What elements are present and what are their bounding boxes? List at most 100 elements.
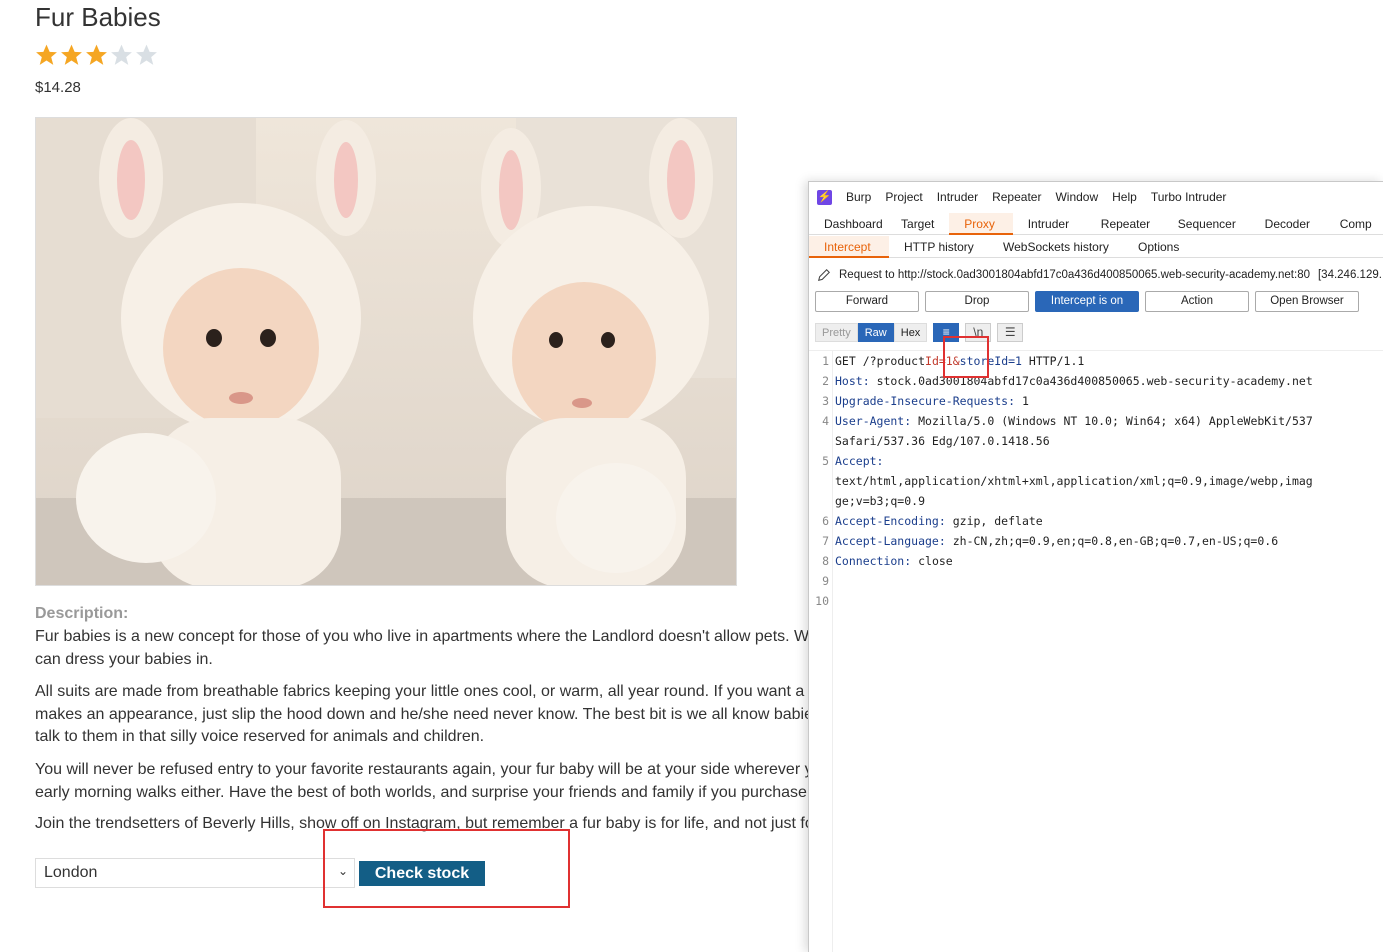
- babies-photo: [36, 118, 736, 585]
- tab-options[interactable]: Options: [1123, 236, 1193, 258]
- request-path: /?product: [862, 354, 926, 368]
- menu-help[interactable]: Help: [1112, 190, 1137, 204]
- line-number: 1: [822, 354, 829, 368]
- line-number: 8: [822, 554, 829, 568]
- burp-suite-window: ⚡ Burp Project Intruder Repeater Window …: [808, 181, 1383, 952]
- header-value: close: [918, 554, 953, 568]
- tab-http-history[interactable]: HTTP history: [889, 236, 988, 258]
- header-value: 1: [1021, 394, 1029, 408]
- tab-comparer[interactable]: Comp: [1325, 213, 1383, 235]
- product-title: Fur Babies: [35, 2, 161, 32]
- description-label: Description:: [35, 605, 129, 622]
- proxy-sub-tabs: Intercept HTTP history WebSockets histor…: [809, 236, 1383, 258]
- tab-websockets-history[interactable]: WebSockets history: [988, 236, 1123, 258]
- pencil-icon[interactable]: [817, 268, 831, 282]
- request-code: 1 GET /?product Id=1& storeId=1 HTTP/1.1 2…: [809, 351, 1313, 611]
- line-number: 4: [822, 414, 829, 428]
- product-price: $14.28: [35, 79, 81, 96]
- menu-turbo-intruder[interactable]: Turbo Intruder: [1151, 190, 1227, 204]
- store-select[interactable]: London ⌄: [35, 858, 355, 888]
- header-key: Accept:: [835, 454, 884, 468]
- line-number: 7: [822, 534, 829, 548]
- menu-icon[interactable]: ☰: [997, 323, 1024, 342]
- header-line: 4 User-Agent: Mozilla/5.0 (Windows NT 10.…: [809, 411, 1313, 431]
- line-number: [809, 471, 829, 491]
- burp-logo-icon: ⚡: [817, 189, 832, 205]
- star-icon: [61, 44, 82, 65]
- header-line: 7 Accept-Language: zh-CN,zh;q=0.9,en;q=0.…: [809, 531, 1313, 551]
- tab-target[interactable]: Target: [886, 213, 949, 235]
- main-tabs: Dashboard Target Proxy Intruder Repeater…: [809, 213, 1383, 235]
- header-line: 3 Upgrade-Insecure-Requests: 1: [809, 391, 1313, 411]
- request-line: 1 GET /?product Id=1& storeId=1 HTTP/1.1: [809, 351, 1313, 371]
- header-line: 5 Accept:: [809, 451, 1313, 471]
- line-number: 10: [815, 594, 829, 608]
- request-editor[interactable]: 1 GET /?product Id=1& storeId=1 HTTP/1.1 2…: [809, 350, 1383, 952]
- header-continuation: text/html,application/xhtml+xml,applicat…: [809, 471, 1313, 491]
- burp-menubar: ⚡ Burp Project Intruder Repeater Window …: [809, 182, 1383, 212]
- star-icon: [36, 44, 57, 65]
- star-rating: [34, 42, 159, 68]
- header-value: gzip, deflate: [952, 514, 1043, 528]
- view-pretty-button[interactable]: Pretty: [815, 323, 858, 342]
- header-key: Connection:: [835, 554, 912, 568]
- empty-line: 10: [809, 591, 1313, 611]
- forward-button[interactable]: Forward: [815, 291, 919, 312]
- line-number: 2: [822, 374, 829, 388]
- tab-decoder[interactable]: Decoder: [1250, 213, 1325, 235]
- header-key: Accept-Language:: [835, 534, 946, 548]
- action-button[interactable]: Action: [1145, 291, 1249, 312]
- store-select-value: London: [44, 864, 98, 881]
- line-number: 6: [822, 514, 829, 528]
- description-paragraph: All suits are made from breathable fabri…: [35, 683, 813, 745]
- header-value: Safari/537.36 Edg/107.0.1418.56: [835, 434, 1050, 448]
- menu-repeater[interactable]: Repeater: [992, 190, 1041, 204]
- header-key: User-Agent:: [835, 414, 912, 428]
- menu-burp[interactable]: Burp: [846, 190, 871, 204]
- tab-intercept[interactable]: Intercept: [809, 236, 889, 258]
- header-value: Mozilla/5.0 (Windows NT 10.0; Win64; x64…: [918, 414, 1313, 428]
- header-line: 8 Connection: close: [809, 551, 1313, 571]
- http-method: GET: [835, 354, 856, 368]
- line-number: [809, 491, 829, 511]
- header-value: ge;v=b3;q=0.9: [835, 494, 926, 508]
- header-line: 2 Host: stock.0ad3001804abfd17c0a436d4008…: [809, 371, 1313, 391]
- tab-repeater[interactable]: Repeater: [1086, 213, 1163, 235]
- tab-sequencer[interactable]: Sequencer: [1163, 213, 1250, 235]
- star-empty-icon: [136, 44, 157, 65]
- open-browser-button[interactable]: Open Browser: [1255, 291, 1359, 312]
- line-number: 3: [822, 394, 829, 408]
- header-key: Host:: [835, 374, 870, 388]
- product-image: [35, 117, 737, 586]
- header-value: zh-CN,zh;q=0.9,en;q=0.8,en-GB;q=0.7,en-U…: [952, 534, 1279, 548]
- intercept-toggle-button[interactable]: Intercept is on: [1035, 291, 1139, 312]
- intercept-toolbar: Forward Drop Intercept is on Action Open…: [815, 291, 1359, 312]
- http-version: HTTP/1.1: [1028, 354, 1085, 368]
- header-line: 6 Accept-Encoding: gzip, deflate: [809, 511, 1313, 531]
- tab-proxy[interactable]: Proxy: [949, 213, 1013, 235]
- line-number: 9: [822, 574, 829, 588]
- menu-intruder[interactable]: Intruder: [937, 190, 978, 204]
- line-number: 5: [822, 454, 829, 468]
- star-empty-icon: [111, 44, 132, 65]
- description-paragraph: You will never be refused entry to your …: [35, 761, 813, 801]
- tab-intruder[interactable]: Intruder: [1013, 213, 1086, 235]
- tab-dashboard[interactable]: Dashboard: [809, 213, 886, 235]
- view-raw-button[interactable]: Raw: [857, 323, 894, 342]
- drop-button[interactable]: Drop: [925, 291, 1029, 312]
- request-target-line: Request to http://stock.0ad3001804abfd17…: [817, 268, 1382, 282]
- header-key: Accept-Encoding:: [835, 514, 946, 528]
- highlight-box: [323, 829, 570, 908]
- view-hex-button[interactable]: Hex: [893, 323, 928, 342]
- header-value: text/html,application/xhtml+xml,applicat…: [835, 474, 1313, 488]
- menu-project[interactable]: Project: [885, 190, 922, 204]
- highlight-box: [943, 336, 989, 378]
- line-number: [809, 431, 829, 451]
- menu-window[interactable]: Window: [1055, 190, 1098, 204]
- request-ip: [34.246.129.: [1317, 269, 1382, 281]
- header-key: Upgrade-Insecure-Requests:: [835, 394, 1016, 408]
- header-value: stock.0ad3001804abfd17c0a436d400850065.w…: [876, 374, 1313, 388]
- message-view-toolbar: Pretty Raw Hex ≡ \n ☰: [815, 323, 1024, 342]
- request-url: Request to http://stock.0ad3001804abfd17…: [839, 269, 1310, 281]
- description-paragraph: Fur babies is a new concept for those of…: [35, 628, 810, 668]
